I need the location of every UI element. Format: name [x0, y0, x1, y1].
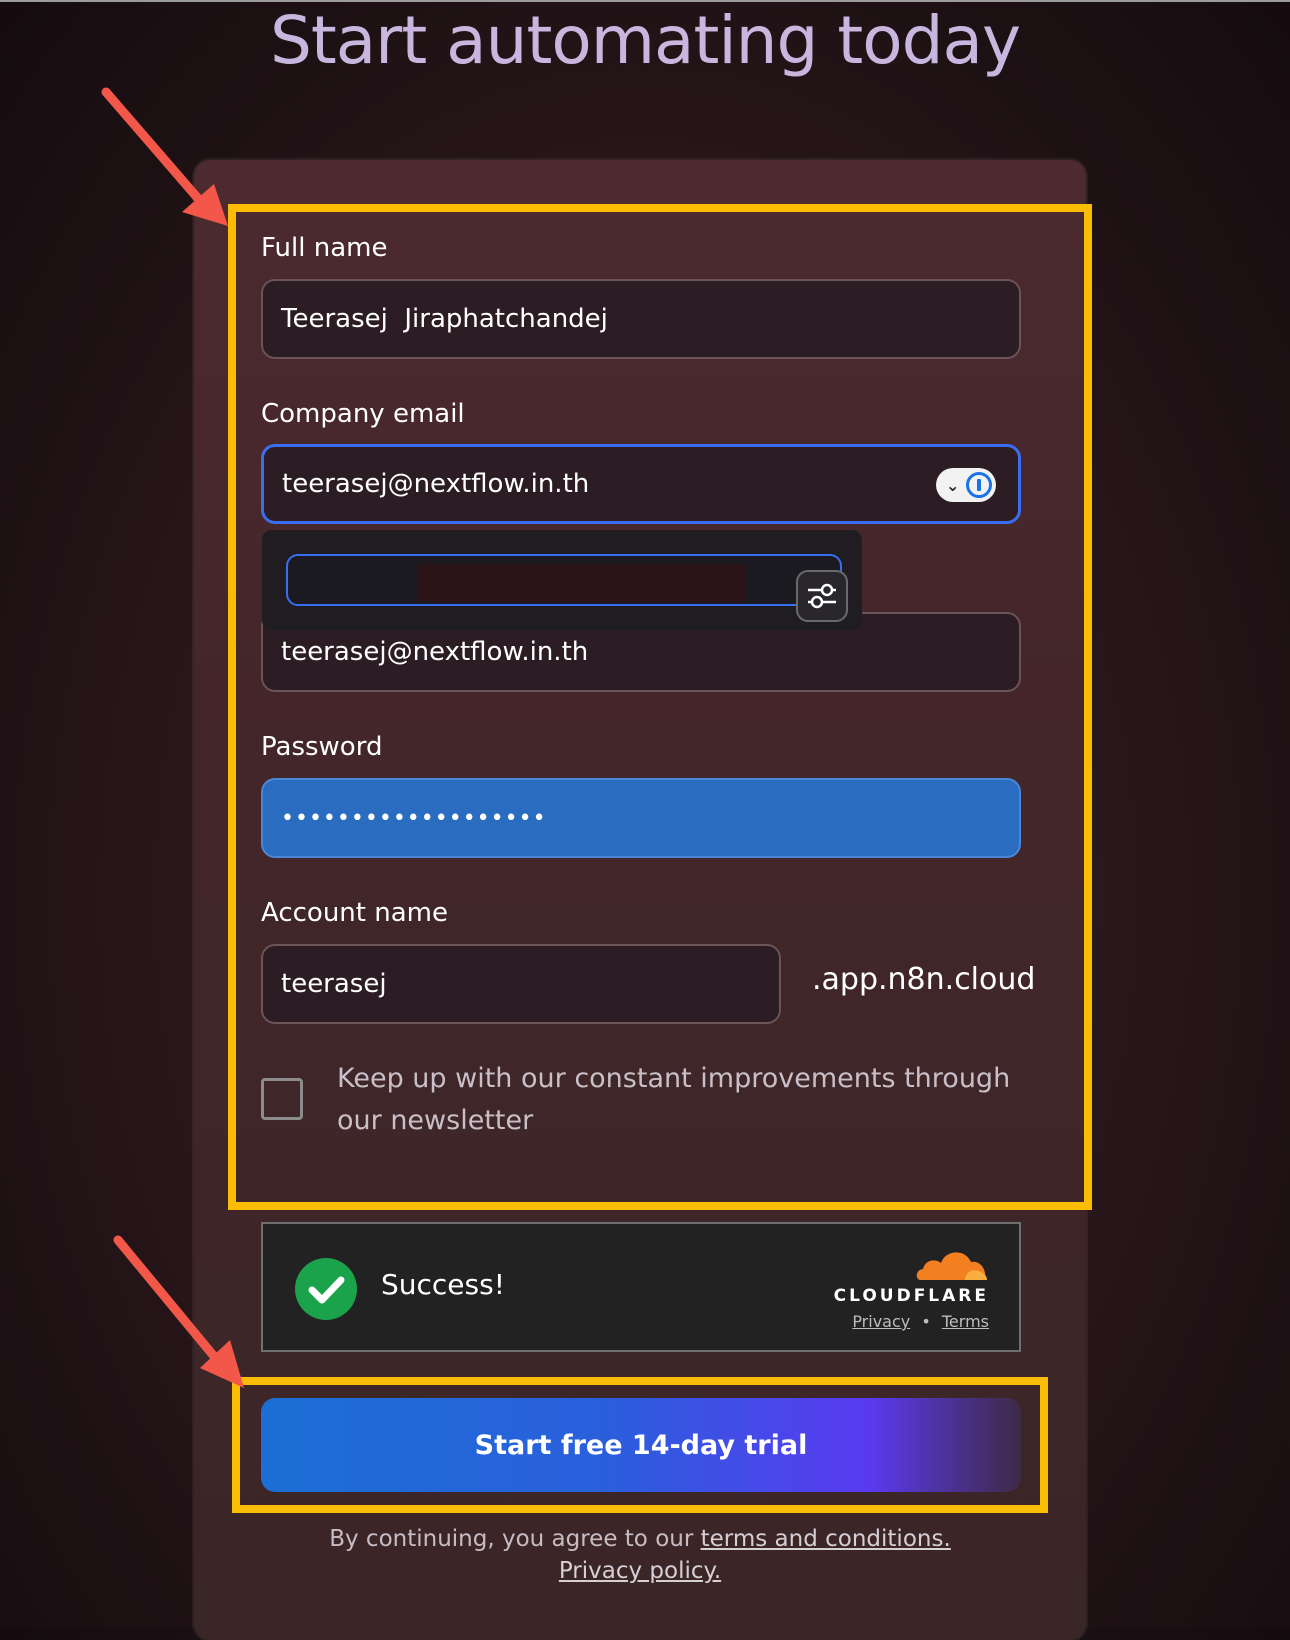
legal-text: By continuing, you agree to our terms an… — [194, 1526, 1086, 1552]
cloudflare-logo-text: CLOUDFLARE — [833, 1286, 989, 1306]
password-manager-popup — [262, 530, 862, 630]
captcha-terms-link[interactable]: Terms — [942, 1312, 989, 1331]
account-name-value: teerasej — [281, 969, 387, 999]
annotation-arrow-icon — [101, 87, 228, 226]
password-value: ••••••••••••••••••• — [281, 805, 547, 831]
legal-prefix: By continuing, you agree to our — [329, 1526, 694, 1552]
account-name-input[interactable]: teerasej — [261, 944, 781, 1024]
terms-link[interactable]: terms and conditions. — [701, 1526, 951, 1552]
page-title: Start automating today — [269, 2, 1021, 79]
captcha-status: Success! — [381, 1268, 505, 1301]
legal-privacy-line: Privacy policy. — [194, 1558, 1086, 1584]
redacted-content — [418, 564, 746, 602]
newsletter-checkbox[interactable] — [261, 1078, 303, 1120]
captcha-link-separator: • — [921, 1312, 931, 1331]
password-label: Password — [261, 732, 383, 762]
full-name-label: Full name — [261, 233, 388, 263]
captcha-links: Privacy • Terms — [852, 1312, 989, 1331]
settings-sliders-icon[interactable] — [796, 570, 848, 622]
account-domain-suffix: .app.n8n.cloud — [812, 962, 1036, 997]
password-manager-icon[interactable]: ⌄ — [936, 468, 996, 502]
privacy-policy-link[interactable]: Privacy policy. — [559, 1558, 721, 1584]
captcha-privacy-link[interactable]: Privacy — [852, 1312, 910, 1331]
account-name-label: Account name — [261, 898, 448, 928]
cloudflare-cloud-icon — [916, 1252, 987, 1280]
cloudflare-turnstile-widget: Success! CLOUDFLARE Privacy • Terms — [261, 1222, 1021, 1352]
company-email-label: Company email — [261, 399, 465, 429]
annotation-arrow-icon — [113, 1235, 244, 1388]
checkmark-icon — [295, 1258, 357, 1320]
confirm-email-value: teerasej@nextflow.in.th — [281, 637, 589, 667]
company-email-input[interactable]: teerasej@nextflow.in.th ⌄ — [261, 444, 1021, 524]
chevron-down-icon: ⌄ — [946, 475, 960, 495]
password-input[interactable]: ••••••••••••••••••• — [261, 778, 1021, 858]
full-name-value: Teerasej Jiraphatchandej — [281, 304, 608, 334]
start-trial-button[interactable]: Start free 14-day trial — [261, 1398, 1021, 1492]
company-email-value: teerasej@nextflow.in.th — [282, 469, 590, 499]
full-name-input[interactable]: Teerasej Jiraphatchandej — [261, 279, 1021, 359]
newsletter-label: Keep up with our constant improvements t… — [337, 1063, 1011, 1136]
